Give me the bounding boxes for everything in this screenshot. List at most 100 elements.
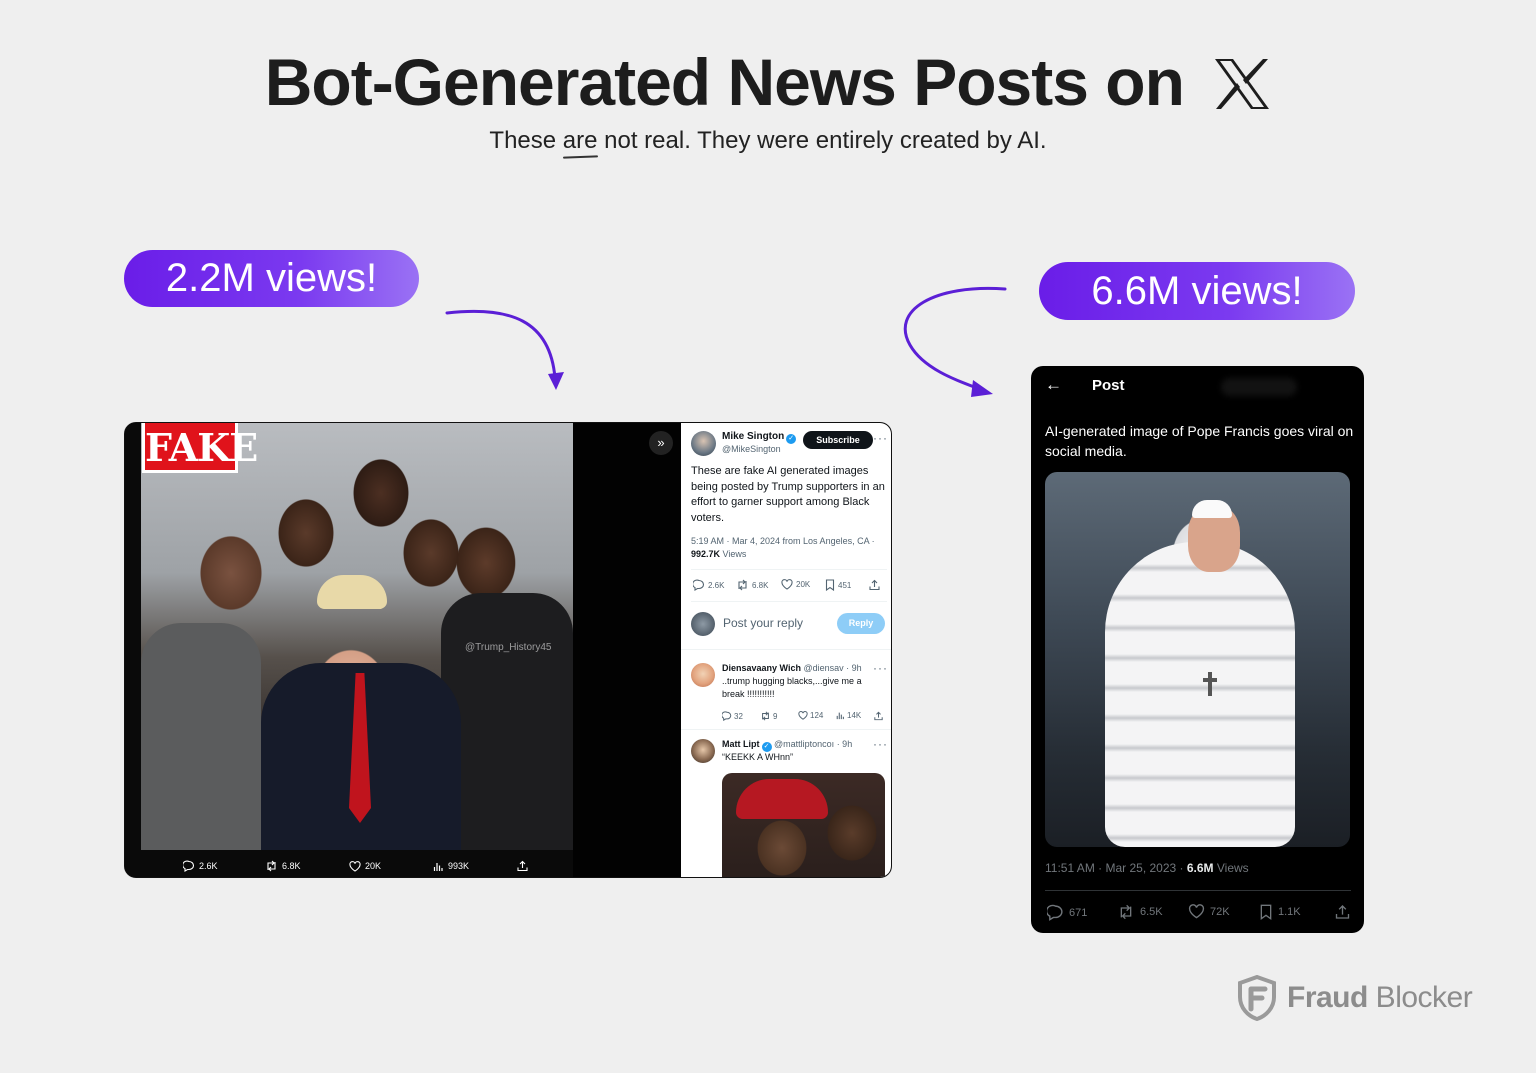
repost-count: 6.8K [752,580,769,590]
subtitle-text: These [489,127,563,154]
media-viewer: @Trump_History45 FAKE » 2.6K 6.8K 20K 99… [125,423,681,877]
repost-icon [267,860,276,872]
page-title-text: Bot-Generated News Posts on [264,45,1185,119]
photo-watermark: @Trump_History45 [465,642,552,653]
repost-icon [762,711,769,721]
author-handle[interactable]: @MikeSington [722,444,781,454]
views-callout-left: 2.2M views! [124,250,419,307]
subtitle-emphasis: are [562,127,598,154]
commenter-name-text: Matt Lipt [722,739,760,749]
like-count: 72K [1210,905,1230,918]
back-arrow-icon[interactable]: ← [1045,375,1062,395]
divider [681,729,891,730]
ai-generated-pope-image[interactable] [1045,472,1350,847]
like-button[interactable]: 72K [1188,904,1230,919]
bookmark-icon [1260,904,1272,920]
comment-views-button[interactable]: 14K [836,711,861,720]
comment-repost-button[interactable]: 9 [760,711,777,721]
reply-count: 671 [1069,906,1088,919]
commenter-name[interactable]: Diensavaany Wich @diensav · 9h [722,663,862,673]
comment-time: · 9h [834,739,853,749]
media-share-button[interactable] [517,860,528,872]
share-button[interactable] [1335,904,1350,920]
repost-icon [738,579,747,591]
comment-text: ..trump hugging blacks,...give me a brea… [722,676,862,699]
reply-button[interactable]: 2.6K [693,579,724,591]
comment-action-bar: 32 9 124 14K [722,711,887,723]
comment-reply-button[interactable]: 32 [722,711,743,721]
author-avatar[interactable] [691,431,716,456]
share-button[interactable] [869,579,880,591]
post-action-bar: 2.6K 6.8K 20K 451 [691,579,887,595]
commenter-avatar[interactable] [691,739,715,763]
bookmark-button[interactable]: 1.1K [1259,904,1301,920]
comment-views-count: 14K [847,711,862,720]
blurred-element [1221,378,1297,396]
reply-submit-button[interactable]: Reply [837,613,885,634]
analytics-icon [433,862,443,871]
reply-input[interactable]: Post your reply [723,616,803,630]
comment-repost-count: 9 [773,711,778,721]
post-timestamp[interactable]: 5:19 AM · Mar 4, 2024 from Los Angeles, … [691,536,875,546]
repost-icon [1120,904,1132,920]
ai-generated-photo[interactable]: @Trump_History45 [141,423,573,850]
media-like-button[interactable]: 20K [349,860,381,872]
heart-icon [349,860,361,872]
brand-name: Fraud Blocker [1287,981,1473,1015]
post-header: ← Post [1031,366,1364,406]
subscribe-button[interactable]: Subscribe [803,431,873,449]
commenter-handle: @mattliptoncoı [774,739,835,749]
media-reply-button[interactable]: 2.6K [183,860,218,872]
repost-button[interactable]: 6.8K [736,579,768,591]
page-title: Bot-Generated News Posts on [0,44,1536,126]
comment-attached-image[interactable] [722,773,885,877]
reply-icon [693,579,705,591]
more-options-icon[interactable]: ··· [873,661,888,675]
post-view-count: 992.7K [691,549,721,559]
expand-panel-button[interactable]: » [649,431,673,455]
like-button[interactable]: 20K [781,579,810,590]
repost-button[interactable]: 6.5K [1117,904,1163,920]
commenter-name-text: Diensavaany Wich [722,663,801,673]
repost-count: 6.5K [1140,906,1163,918]
arrow-left-icon [445,309,564,390]
commenter-handle: @diensav [803,663,844,673]
media-views-button[interactable]: 993K [433,861,469,872]
comment-like-count: 124 [810,711,824,720]
comment-time: · 9h [843,663,862,673]
comment-share-button[interactable] [874,711,883,721]
author-name-text: Mike Sington [722,431,785,442]
share-icon [517,860,528,872]
brand-name-bold: Fraud [1287,981,1368,1014]
media-views-count: 993K [448,861,470,871]
media-reply-count: 2.6K [199,861,218,871]
more-options-icon[interactable]: ··· [873,737,888,751]
post-header-title: Post [1092,377,1125,394]
brand-name-rest: Blocker [1367,981,1473,1014]
bookmark-button[interactable]: 451 [825,579,851,591]
post-meta: 5:19 AM · Mar 4, 2024 from Los Angeles, … [691,535,885,561]
share-icon [869,579,880,591]
post-meta: 11:51 AM · Mar 25, 2023 · 6.6M Views [1045,861,1249,875]
divider [691,601,887,602]
media-action-bar: 2.6K 6.8K 20K 993K [125,853,681,877]
author-name[interactable]: Mike Sington ✓ [722,431,797,444]
post-timestamp[interactable]: 11:51 AM · Mar 25, 2023 · [1045,861,1187,875]
commenter-avatar[interactable] [691,663,715,687]
reply-count: 2.6K [708,580,725,590]
divider [691,569,887,570]
subtitle-text-rest: not real. They were entirely created by … [597,127,1047,154]
media-repost-button[interactable]: 6.8K [265,860,301,872]
heart-icon [1188,904,1205,919]
reply-icon [1047,904,1063,921]
reply-icon [183,860,195,872]
comment-like-button[interactable]: 124 [798,711,823,720]
current-user-avatar[interactable] [691,612,715,636]
fake-label-badge: FAKE [142,423,258,473]
more-options-icon[interactable]: ··· [873,431,888,445]
comment-reply-count: 32 [734,711,743,721]
comment-text: “KEEKK A WHnn” [722,752,794,762]
divider [681,649,891,650]
verified-badge-icon: ✓ [786,434,797,444]
reply-button[interactable]: 671 [1047,904,1087,921]
